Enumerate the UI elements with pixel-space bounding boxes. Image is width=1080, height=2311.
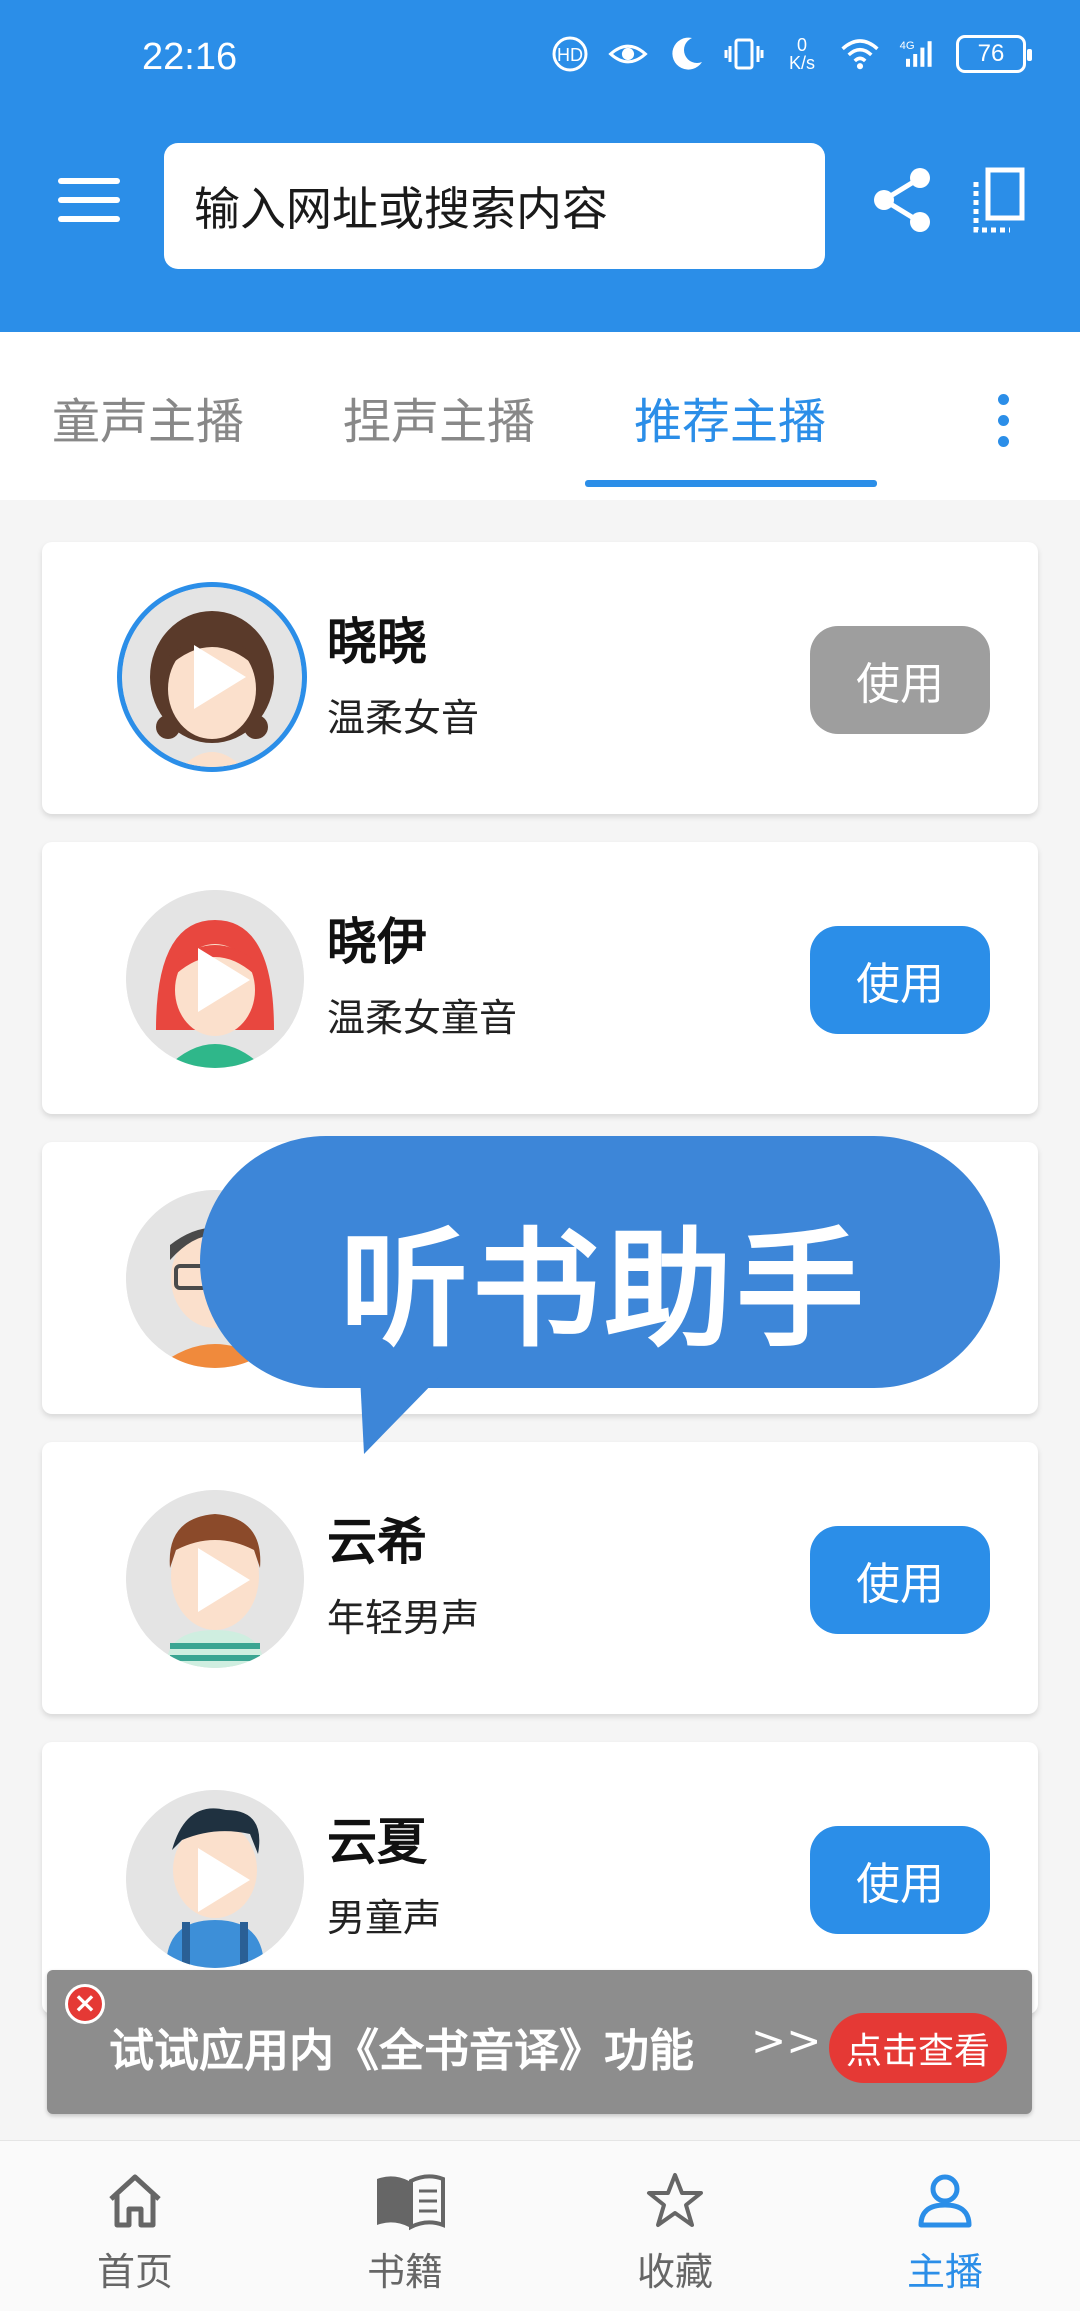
share-icon[interactable]: [868, 164, 938, 236]
bubble-title: 听书助手: [340, 1216, 869, 1365]
view-button[interactable]: 点击查看: [829, 2013, 1007, 2083]
moon-icon: [666, 34, 706, 74]
voice-description: 年轻男声: [327, 1596, 480, 1640]
promo-text: 试试应用内《全书音译》功能: [109, 2024, 695, 2077]
use-button[interactable]: 使用: [810, 626, 990, 734]
wifi-icon: [840, 34, 880, 74]
speech-bubble-overlay: 听书助手: [200, 1136, 1000, 1456]
battery-indicator: 76: [956, 35, 1032, 73]
vibrate-icon: [724, 34, 764, 74]
promo-arrows: >>: [751, 2016, 822, 2065]
net-speed: 0 K/s: [788, 35, 815, 73]
avatar[interactable]: [126, 890, 304, 1068]
eye-icon: [608, 34, 648, 74]
status-time: 22:16: [142, 36, 238, 78]
search-input[interactable]: 输入网址或搜索内容: [164, 143, 825, 269]
voice-name: 晓伊: [327, 913, 427, 971]
nav-favorites[interactable]: 收藏: [540, 2141, 810, 2311]
app-bar: 22:16 HD 0 K/s 4G 76 输入网址或搜索内容: [0, 0, 1080, 332]
tab-bar: 童声主播 捏声主播 推荐主播: [0, 332, 1080, 500]
more-vertical-icon[interactable]: [988, 394, 1018, 454]
nav-label: 主播: [906, 2250, 983, 2294]
home-icon: [109, 2174, 161, 2228]
nav-label: 书籍: [366, 2250, 443, 2294]
avatar[interactable]: [126, 1790, 304, 1968]
play-icon: [198, 948, 250, 1012]
voice-description: 温柔女音: [327, 696, 480, 740]
nav-home[interactable]: 首页: [0, 2141, 270, 2311]
hd-call-icon: HD: [550, 34, 590, 74]
voice-card[interactable]: 晓晓 温柔女音 使用: [42, 542, 1038, 814]
play-icon: [198, 1548, 250, 1612]
use-button[interactable]: 使用: [810, 1526, 990, 1634]
avatar[interactable]: [122, 587, 302, 767]
signal-4g-icon: 4G: [898, 34, 938, 74]
voice-name: 云希: [327, 1513, 427, 1571]
use-button[interactable]: 使用: [810, 1826, 990, 1934]
tablet-icon[interactable]: [970, 164, 1030, 236]
nav-label: 首页: [96, 2250, 173, 2294]
voice-name: 云夏: [327, 1813, 427, 1871]
close-icon[interactable]: ×: [65, 1984, 105, 2024]
bottom-nav: 首页 书籍 收藏 主播: [0, 2140, 1080, 2311]
voice-card[interactable]: 云希 年轻男声 使用: [42, 1442, 1038, 1714]
play-icon: [198, 1848, 250, 1912]
use-button[interactable]: 使用: [810, 926, 990, 1034]
avatar[interactable]: [126, 1490, 304, 1668]
promo-banner[interactable]: × 试试应用内《全书音译》功能 >> 点击查看: [47, 1970, 1032, 2114]
voice-name: 晓晓: [327, 613, 427, 671]
menu-button[interactable]: [58, 178, 120, 222]
voice-description: 温柔女童音: [327, 996, 518, 1040]
nav-label: 收藏: [636, 2250, 713, 2294]
tab-custom-voice[interactable]: 捏声主播: [343, 382, 535, 452]
nav-anchors[interactable]: 主播: [810, 2141, 1080, 2311]
play-icon: [194, 645, 246, 709]
person-icon: [918, 2174, 972, 2228]
tab-recommended[interactable]: 推荐主播: [634, 382, 826, 452]
book-icon: [377, 2174, 445, 2231]
nav-books[interactable]: 书籍: [270, 2141, 540, 2311]
star-icon: [647, 2173, 703, 2227]
voice-card[interactable]: 晓伊 温柔女童音 使用: [42, 842, 1038, 1114]
tab-indicator: [585, 480, 877, 487]
svg-text:HD: HD: [557, 45, 583, 65]
status-icons: HD 0 K/s 4G 76: [550, 34, 1032, 74]
tab-child-voice[interactable]: 童声主播: [52, 382, 244, 452]
svg-text:4G: 4G: [900, 40, 915, 52]
voice-description: 男童声: [327, 1896, 442, 1940]
